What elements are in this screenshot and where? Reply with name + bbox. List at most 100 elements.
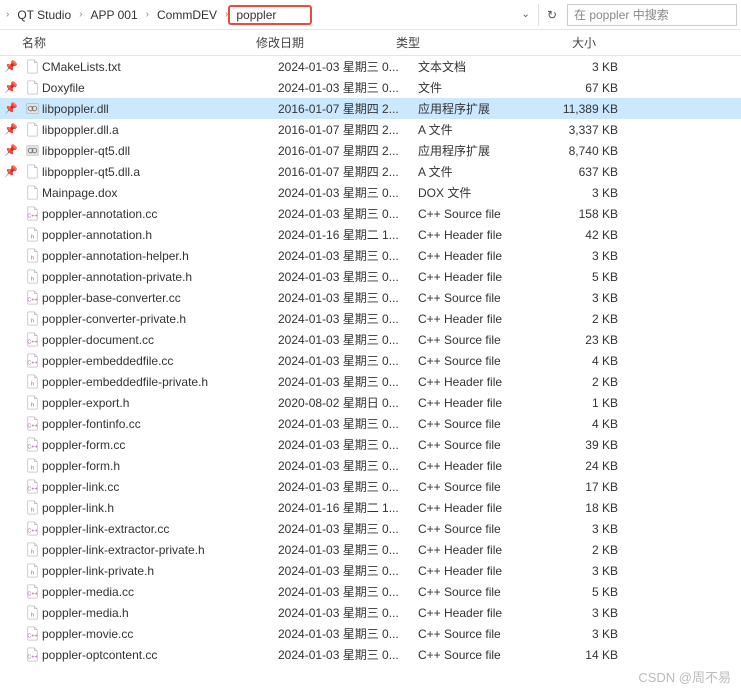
pin-icon: 📌 — [0, 102, 22, 115]
file-row[interactable]: hpoppler-link.h2024-01-16 星期二 1...C++ He… — [0, 497, 741, 518]
file-name: poppler-link.h — [42, 501, 278, 515]
header-name[interactable]: 名称 — [0, 34, 256, 51]
file-row[interactable]: hpoppler-export.h2020-08-02 星期日 0...C++ … — [0, 392, 741, 413]
svg-text:h: h — [30, 465, 33, 471]
file-date: 2024-01-03 星期三 0... — [278, 415, 418, 432]
file-type-icon: h — [22, 500, 42, 515]
search-input[interactable]: 在 poppler 中搜索 — [567, 4, 737, 26]
file-name: CMakeLists.txt — [42, 60, 278, 74]
file-row[interactable]: hpoppler-link-private.h2024-01-03 星期三 0.… — [0, 560, 741, 581]
chevron-right-icon[interactable]: › — [4, 9, 11, 20]
crumb-current[interactable]: poppler — [228, 5, 312, 25]
file-row[interactable]: C++poppler-annotation.cc2024-01-03 星期三 0… — [0, 203, 741, 224]
chevron-right-icon[interactable]: › — [77, 9, 84, 20]
file-type-icon: h — [22, 605, 42, 620]
chevron-right-icon[interactable]: › — [144, 9, 151, 20]
file-type-icon: C++ — [22, 479, 42, 494]
file-name: poppler-link-private.h — [42, 564, 278, 578]
column-headers: 名称 修改日期 类型 大小 — [0, 30, 741, 56]
file-date: 2024-01-16 星期二 1... — [278, 226, 418, 243]
file-type: DOX 文件 — [418, 184, 546, 201]
file-row[interactable]: 📌libpoppler-qt5.dll.a2016-01-07 星期四 2...… — [0, 161, 741, 182]
file-type-icon: C++ — [22, 332, 42, 347]
file-name: libpoppler-qt5.dll — [42, 144, 278, 158]
file-date: 2016-01-07 星期四 2... — [278, 100, 418, 117]
file-row[interactable]: hpoppler-link-extractor-private.h2024-01… — [0, 539, 741, 560]
file-row[interactable]: 📌CMakeLists.txt2024-01-03 星期三 0...文本文档3 … — [0, 56, 741, 77]
file-size: 39 KB — [546, 438, 636, 452]
header-date[interactable]: 修改日期 — [256, 34, 396, 51]
file-type: A 文件 — [418, 121, 546, 138]
file-row[interactable]: C++poppler-document.cc2024-01-03 星期三 0..… — [0, 329, 741, 350]
file-row[interactable]: hpoppler-embeddedfile-private.h2024-01-0… — [0, 371, 741, 392]
file-row[interactable]: hpoppler-annotation-private.h2024-01-03 … — [0, 266, 741, 287]
file-date: 2024-01-03 星期三 0... — [278, 520, 418, 537]
file-name: poppler-link-extractor.cc — [42, 522, 278, 536]
file-row[interactable]: 📌libpoppler-qt5.dll2016-01-07 星期四 2...应用… — [0, 140, 741, 161]
file-row[interactable]: C++poppler-movie.cc2024-01-03 星期三 0...C+… — [0, 623, 741, 644]
file-type-icon: h — [22, 542, 42, 557]
file-type-icon: C++ — [22, 353, 42, 368]
svg-text:h: h — [30, 612, 33, 618]
file-date: 2024-01-03 星期三 0... — [278, 457, 418, 474]
file-row[interactable]: C++poppler-link-extractor.cc2024-01-03 星… — [0, 518, 741, 539]
file-list[interactable]: 📌CMakeLists.txt2024-01-03 星期三 0...文本文档3 … — [0, 56, 741, 692]
file-name: poppler-form.h — [42, 459, 278, 473]
file-type: C++ Source file — [418, 480, 546, 494]
chevron-down-icon[interactable]: ⌄ — [514, 9, 538, 20]
file-row[interactable]: hpoppler-annotation-helper.h2024-01-03 星… — [0, 245, 741, 266]
file-row[interactable]: hpoppler-converter-private.h2024-01-03 星… — [0, 308, 741, 329]
file-row[interactable]: 📌Doxyfile2024-01-03 星期三 0...文件67 KB — [0, 77, 741, 98]
file-type: C++ Source file — [418, 207, 546, 221]
file-type: C++ Source file — [418, 417, 546, 431]
file-row[interactable]: C++poppler-fontinfo.cc2024-01-03 星期三 0..… — [0, 413, 741, 434]
file-name: libpoppler.dll.a — [42, 123, 278, 137]
file-row[interactable]: C++poppler-form.cc2024-01-03 星期三 0...C++… — [0, 434, 741, 455]
breadcrumb[interactable]: › QT Studio › APP 001 › CommDEV › popple… — [4, 5, 312, 25]
crumb-2[interactable]: CommDEV — [151, 6, 223, 24]
file-name: poppler-annotation-private.h — [42, 270, 278, 284]
file-type-icon: h — [22, 563, 42, 578]
file-type: 应用程序扩展 — [418, 142, 546, 159]
file-size: 637 KB — [546, 165, 636, 179]
svg-text:h: h — [30, 234, 33, 240]
file-type: C++ Header file — [418, 270, 546, 284]
file-size: 11,389 KB — [546, 102, 636, 116]
file-date: 2024-01-03 星期三 0... — [278, 58, 418, 75]
file-name: poppler-document.cc — [42, 333, 278, 347]
file-size: 23 KB — [546, 333, 636, 347]
file-row[interactable]: C++poppler-link.cc2024-01-03 星期三 0...C++… — [0, 476, 741, 497]
file-row[interactable]: hpoppler-annotation.h2024-01-16 星期二 1...… — [0, 224, 741, 245]
file-date: 2024-01-03 星期三 0... — [278, 79, 418, 96]
crumb-1[interactable]: APP 001 — [85, 6, 144, 24]
file-type: C++ Source file — [418, 522, 546, 536]
address-bar: › QT Studio › APP 001 › CommDEV › popple… — [0, 0, 741, 30]
file-size: 3 KB — [546, 606, 636, 620]
file-row[interactable]: Mainpage.dox2024-01-03 星期三 0...DOX 文件3 K… — [0, 182, 741, 203]
file-date: 2024-01-03 星期三 0... — [278, 646, 418, 663]
file-date: 2024-01-03 星期三 0... — [278, 478, 418, 495]
file-size: 3 KB — [546, 564, 636, 578]
svg-text:h: h — [30, 549, 33, 555]
file-name: poppler-movie.cc — [42, 627, 278, 641]
file-row[interactable]: hpoppler-form.h2024-01-03 星期三 0...C++ He… — [0, 455, 741, 476]
file-date: 2024-01-03 星期三 0... — [278, 562, 418, 579]
header-type[interactable]: 类型 — [396, 34, 524, 51]
file-row[interactable]: hpoppler-media.h2024-01-03 星期三 0...C++ H… — [0, 602, 741, 623]
file-name: poppler-converter-private.h — [42, 312, 278, 326]
file-row[interactable]: C++poppler-embeddedfile.cc2024-01-03 星期三… — [0, 350, 741, 371]
file-row[interactable]: C++poppler-media.cc2024-01-03 星期三 0...C+… — [0, 581, 741, 602]
file-date: 2016-01-07 星期四 2... — [278, 142, 418, 159]
file-row[interactable]: 📌libpoppler.dll.a2016-01-07 星期四 2...A 文件… — [0, 119, 741, 140]
file-date: 2024-01-03 星期三 0... — [278, 436, 418, 453]
file-row[interactable]: C++poppler-base-converter.cc2024-01-03 星… — [0, 287, 741, 308]
crumb-0[interactable]: QT Studio — [11, 6, 77, 24]
header-size[interactable]: 大小 — [524, 34, 614, 51]
refresh-button[interactable]: ↻ — [538, 4, 565, 26]
file-row[interactable]: C++poppler-optcontent.cc2024-01-03 星期三 0… — [0, 644, 741, 665]
file-size: 5 KB — [546, 270, 636, 284]
file-date: 2024-01-03 星期三 0... — [278, 373, 418, 390]
file-name: poppler-media.cc — [42, 585, 278, 599]
file-type-icon: C++ — [22, 437, 42, 452]
file-row[interactable]: 📌libpoppler.dll2016-01-07 星期四 2...应用程序扩展… — [0, 98, 741, 119]
